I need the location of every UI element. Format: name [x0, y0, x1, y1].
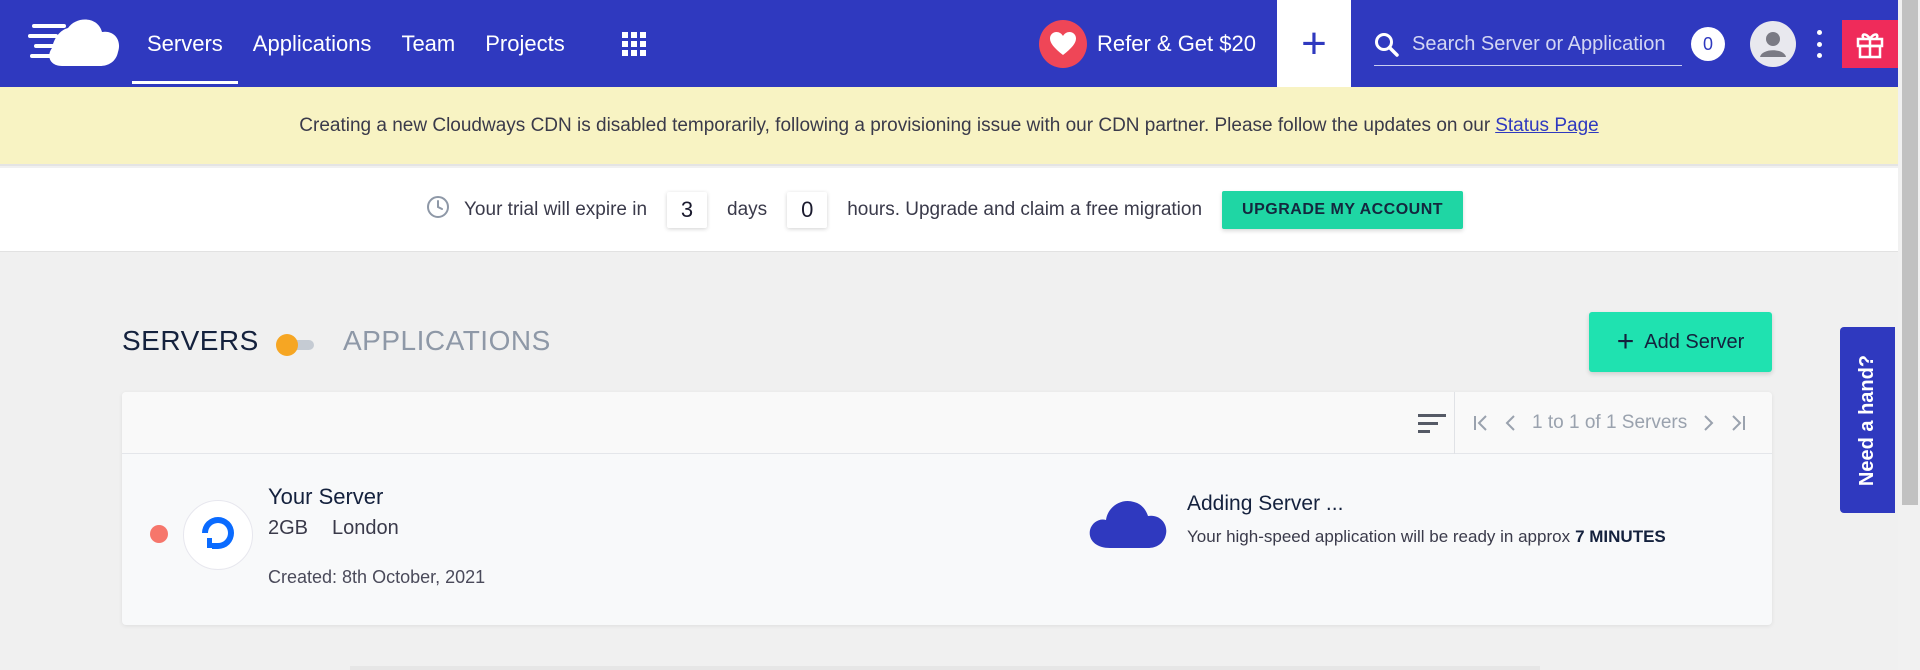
server-progress-title: Adding Server ... — [1187, 492, 1344, 515]
top-navbar: Servers Applications Team Projects Refer… — [0, 0, 1898, 87]
cloudways-logo-icon[interactable] — [28, 18, 120, 68]
search-input[interactable] — [1412, 33, 1682, 56]
server-progress-text: Your high-speed application will be read… — [1187, 527, 1666, 547]
server-location: London — [332, 517, 399, 539]
trial-hours-suffix: hours. Upgrade and claim a free migratio… — [847, 199, 1203, 220]
applications-section-tab[interactable]: APPLICATIONS — [343, 325, 551, 357]
need-a-hand-tab[interactable]: Need a hand? — [1840, 327, 1895, 513]
trial-hours-value: 0 — [787, 192, 828, 228]
plus-icon: + — [1301, 18, 1327, 68]
banner-message: Creating a new Cloudways CDN is disabled… — [299, 114, 1491, 136]
pagination-text: 1 to 1 of 1 Servers — [1532, 412, 1688, 433]
help-label: Need a hand? — [1856, 354, 1879, 486]
user-avatar-icon[interactable] — [1750, 21, 1796, 67]
add-server-button[interactable]: + Add Server — [1589, 312, 1772, 372]
last-page-icon[interactable] — [1723, 414, 1753, 432]
add-server-label: Add Server — [1644, 330, 1745, 353]
main-nav: Servers Applications Team Projects — [132, 0, 580, 87]
nav-servers[interactable]: Servers — [132, 0, 238, 87]
server-status-dot — [150, 525, 168, 543]
progress-eta: 7 MINUTES — [1575, 527, 1666, 546]
server-meta: 2GB London — [268, 517, 399, 540]
trial-bar: Your trial will expire in 3 days 0 hours… — [0, 168, 1898, 252]
digitalocean-icon — [183, 500, 253, 570]
search-icon — [1375, 32, 1399, 57]
servers-section-title: SERVERS — [122, 325, 259, 356]
cdn-notice-banner: Creating a new Cloudways CDN is disabled… — [0, 87, 1898, 166]
quick-add-button[interactable]: + — [1277, 0, 1351, 87]
sort-filter-icon[interactable] — [1418, 411, 1446, 435]
server-size: 2GB — [268, 517, 309, 539]
server-list-card: 1 to 1 of 1 Servers Your Server 2GB Lond… — [122, 392, 1772, 625]
scrollbar-thumb[interactable] — [1902, 0, 1918, 505]
cloud-icon — [1089, 500, 1167, 548]
notification-badge[interactable]: 0 — [1691, 27, 1725, 61]
server-name[interactable]: Your Server — [268, 484, 383, 510]
refer-button[interactable]: Refer & Get $20 — [1039, 20, 1256, 68]
refer-label: Refer & Get $20 — [1097, 31, 1256, 56]
servers-applications-toggle[interactable] — [276, 334, 316, 356]
nav-projects[interactable]: Projects — [470, 0, 579, 87]
plus-icon: + — [1616, 325, 1635, 358]
server-row[interactable]: Your Server 2GB London Created: 8th Octo… — [122, 454, 1772, 625]
progress-description: Your high-speed application will be read… — [1187, 527, 1571, 546]
status-page-link[interactable]: Status Page — [1495, 115, 1599, 137]
prev-page-icon[interactable] — [1496, 414, 1526, 432]
first-page-icon[interactable] — [1466, 414, 1496, 432]
pagination: 1 to 1 of 1 Servers — [1466, 392, 1753, 454]
next-card-edge — [350, 666, 1540, 670]
server-list-header: 1 to 1 of 1 Servers — [122, 392, 1772, 454]
heart-icon — [1039, 20, 1087, 68]
more-menu-icon[interactable] — [1812, 30, 1826, 58]
clock-icon — [427, 196, 449, 218]
page-scrollbar[interactable] — [1898, 0, 1920, 670]
trial-days-label: days — [727, 199, 768, 220]
trial-prefix: Your trial will expire in — [464, 199, 648, 220]
nav-applications[interactable]: Applications — [238, 0, 387, 87]
nav-team[interactable]: Team — [386, 0, 470, 87]
upgrade-account-button[interactable]: UPGRADE MY ACCOUNT — [1222, 191, 1464, 229]
trial-days-value: 3 — [667, 192, 708, 228]
server-created-date: Created: 8th October, 2021 — [268, 567, 486, 587]
gift-icon[interactable] — [1842, 20, 1898, 68]
search-bar — [1374, 24, 1682, 66]
apps-grid-icon[interactable] — [622, 32, 646, 56]
next-page-icon[interactable] — [1693, 414, 1723, 432]
